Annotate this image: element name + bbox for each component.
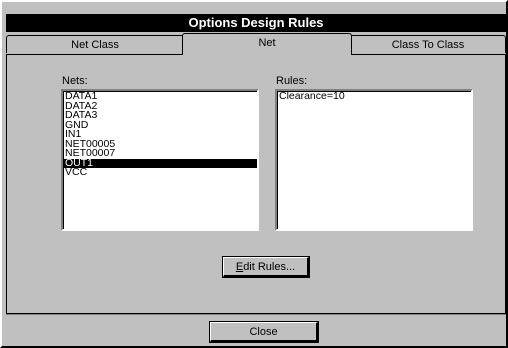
tab-strip: Net Class Class To Class Net — [6, 33, 506, 55]
close-button[interactable]: Close — [209, 321, 319, 343]
edit-rules-label: dit Rules... — [243, 261, 296, 273]
edit-rules-button[interactable]: Edit Rules... — [222, 256, 310, 278]
net-list-item[interactable]: VCC — [63, 167, 257, 178]
nets-listbox[interactable]: DATA1 DATA2 DATA3 GND IN1 NET00005 NET00007 OUT… — [61, 89, 259, 231]
net-tab-panel: Nets: DATA1 DATA2 DATA3 GND IN1 NET00005 NET00… — [6, 54, 506, 314]
tab-class-to-class[interactable]: Class To Class — [350, 35, 506, 53]
footer-divider — [6, 314, 506, 315]
net-list-item[interactable]: GND — [63, 120, 257, 131]
rules-label: Rules: — [276, 75, 308, 87]
dialog-title: Options Design Rules — [6, 14, 506, 32]
nets-label: Nets: — [62, 75, 88, 87]
net-list-item[interactable]: DATA3 — [63, 110, 257, 121]
rule-list-item[interactable]: Clearance=10 — [277, 91, 471, 102]
tab-net-class[interactable]: Net Class — [6, 35, 184, 53]
options-design-rules-dialog: Options Design Rules Net Class Class To … — [0, 0, 508, 348]
rules-listbox[interactable]: Clearance=10 — [275, 89, 473, 231]
net-list-item[interactable]: OUT1 — [63, 158, 257, 168]
tab-net[interactable]: Net — [182, 33, 352, 55]
